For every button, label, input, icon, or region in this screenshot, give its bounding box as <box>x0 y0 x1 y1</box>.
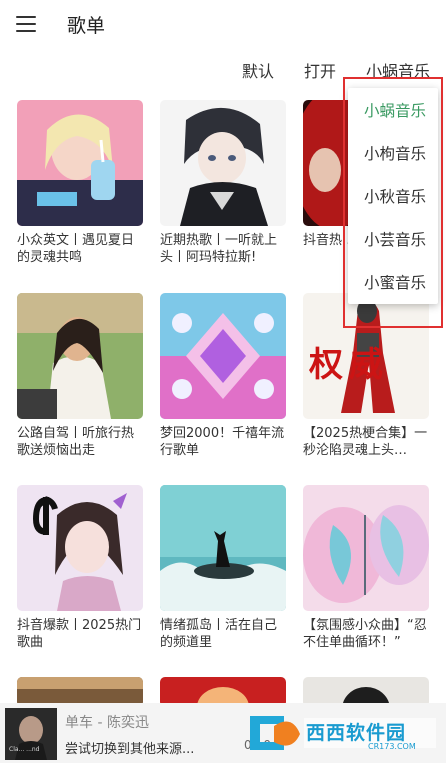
playlist-card[interactable]: 情绪孤岛丨活在自己的频道里 <box>160 485 286 651</box>
playlist-card[interactable]: 梦回2000！千禧年流行歌单 <box>160 293 286 459</box>
dropdown-item-xiaoqiu[interactable]: 小秋音乐 <box>348 176 438 219</box>
playlist-cover <box>303 485 429 611</box>
dropdown-item-xiaoyun[interactable]: 小芸音乐 <box>348 219 438 262</box>
playlist-card[interactable]: 【氛围感小众曲】“忍不住单曲循环！” <box>303 485 429 651</box>
playlist-cover <box>17 293 143 419</box>
playlist-cover <box>17 100 143 226</box>
dropdown-item-xiaogou[interactable]: 小枸音乐 <box>348 133 438 176</box>
cover-text: 权威 <box>309 345 389 385</box>
watermark-brand: 西西软件园 <box>306 722 407 744</box>
page-title: 歌单 <box>67 15 106 37</box>
watermark-url: CR173.COM <box>368 742 416 751</box>
source-selector-button[interactable]: 小蜗音乐 <box>366 58 430 82</box>
playlist-cover <box>160 485 286 611</box>
playlist-card[interactable]: 小众英文丨遇见夏日的灵魂共鸣 <box>17 100 143 266</box>
playlist-title: 抖音爆款丨2025热门歌曲 <box>17 618 142 650</box>
playlist-title: 小众英文丨遇见夏日的灵魂共鸣 <box>17 233 135 265</box>
playlist-title: 【2025热梗合集】一秒沦陷灵魂上头… <box>303 426 428 458</box>
album-art-text: Cla... ...nd <box>9 746 40 753</box>
playlist-card[interactable]: 权威 【2025热梗合集】一秒沦陷灵魂上头… <box>303 293 429 459</box>
playlist-cover: 权威 <box>303 293 429 419</box>
default-sort-button[interactable]: 默认 <box>242 58 274 82</box>
playlist-card[interactable]: 抖音爆款丨2025热门歌曲 <box>17 485 143 651</box>
source-dropdown-menu: 小蜗音乐 小枸音乐 小秋音乐 小芸音乐 小蜜音乐 <box>348 88 438 304</box>
toolbar: 默认 打开 小蜗音乐 <box>0 56 446 84</box>
playlist-title: 【氛围感小众曲】“忍不住单曲循环！” <box>303 618 427 650</box>
now-playing-title: 单车 - 陈奕迅 <box>65 715 149 731</box>
menu-icon[interactable] <box>14 11 40 37</box>
playlist-title: 梦回2000！千禧年流行歌单 <box>160 426 285 458</box>
app-bar: 歌单 <box>0 0 446 48</box>
dropdown-item-xiaomi[interactable]: 小蜜音乐 <box>348 262 438 305</box>
playlist-title: 公路自驾丨听旅行热歌送烦恼出走 <box>17 426 135 458</box>
open-button[interactable]: 打开 <box>304 58 336 82</box>
playlist-title: 情绪孤岛丨活在自己的频道里 <box>160 618 278 650</box>
playlist-cover <box>160 100 286 226</box>
playlist-card[interactable]: 公路自驾丨听旅行热歌送烦恼出走 <box>17 293 143 459</box>
playlist-title: 近期热歌丨一听就上头丨阿玛特拉斯! <box>160 233 278 265</box>
site-watermark: 西西软件园 CR173.COM <box>244 708 440 758</box>
playlist-cover <box>17 485 143 611</box>
playlist-card[interactable]: 近期热歌丨一听就上头丨阿玛特拉斯! <box>160 100 286 266</box>
now-playing-status: 尝试切换到其他来源... <box>65 742 195 757</box>
playlist-cover <box>160 293 286 419</box>
dropdown-item-xiaowo[interactable]: 小蜗音乐 <box>348 90 438 133</box>
player-album-art[interactable]: Cla... ...nd <box>5 708 57 760</box>
